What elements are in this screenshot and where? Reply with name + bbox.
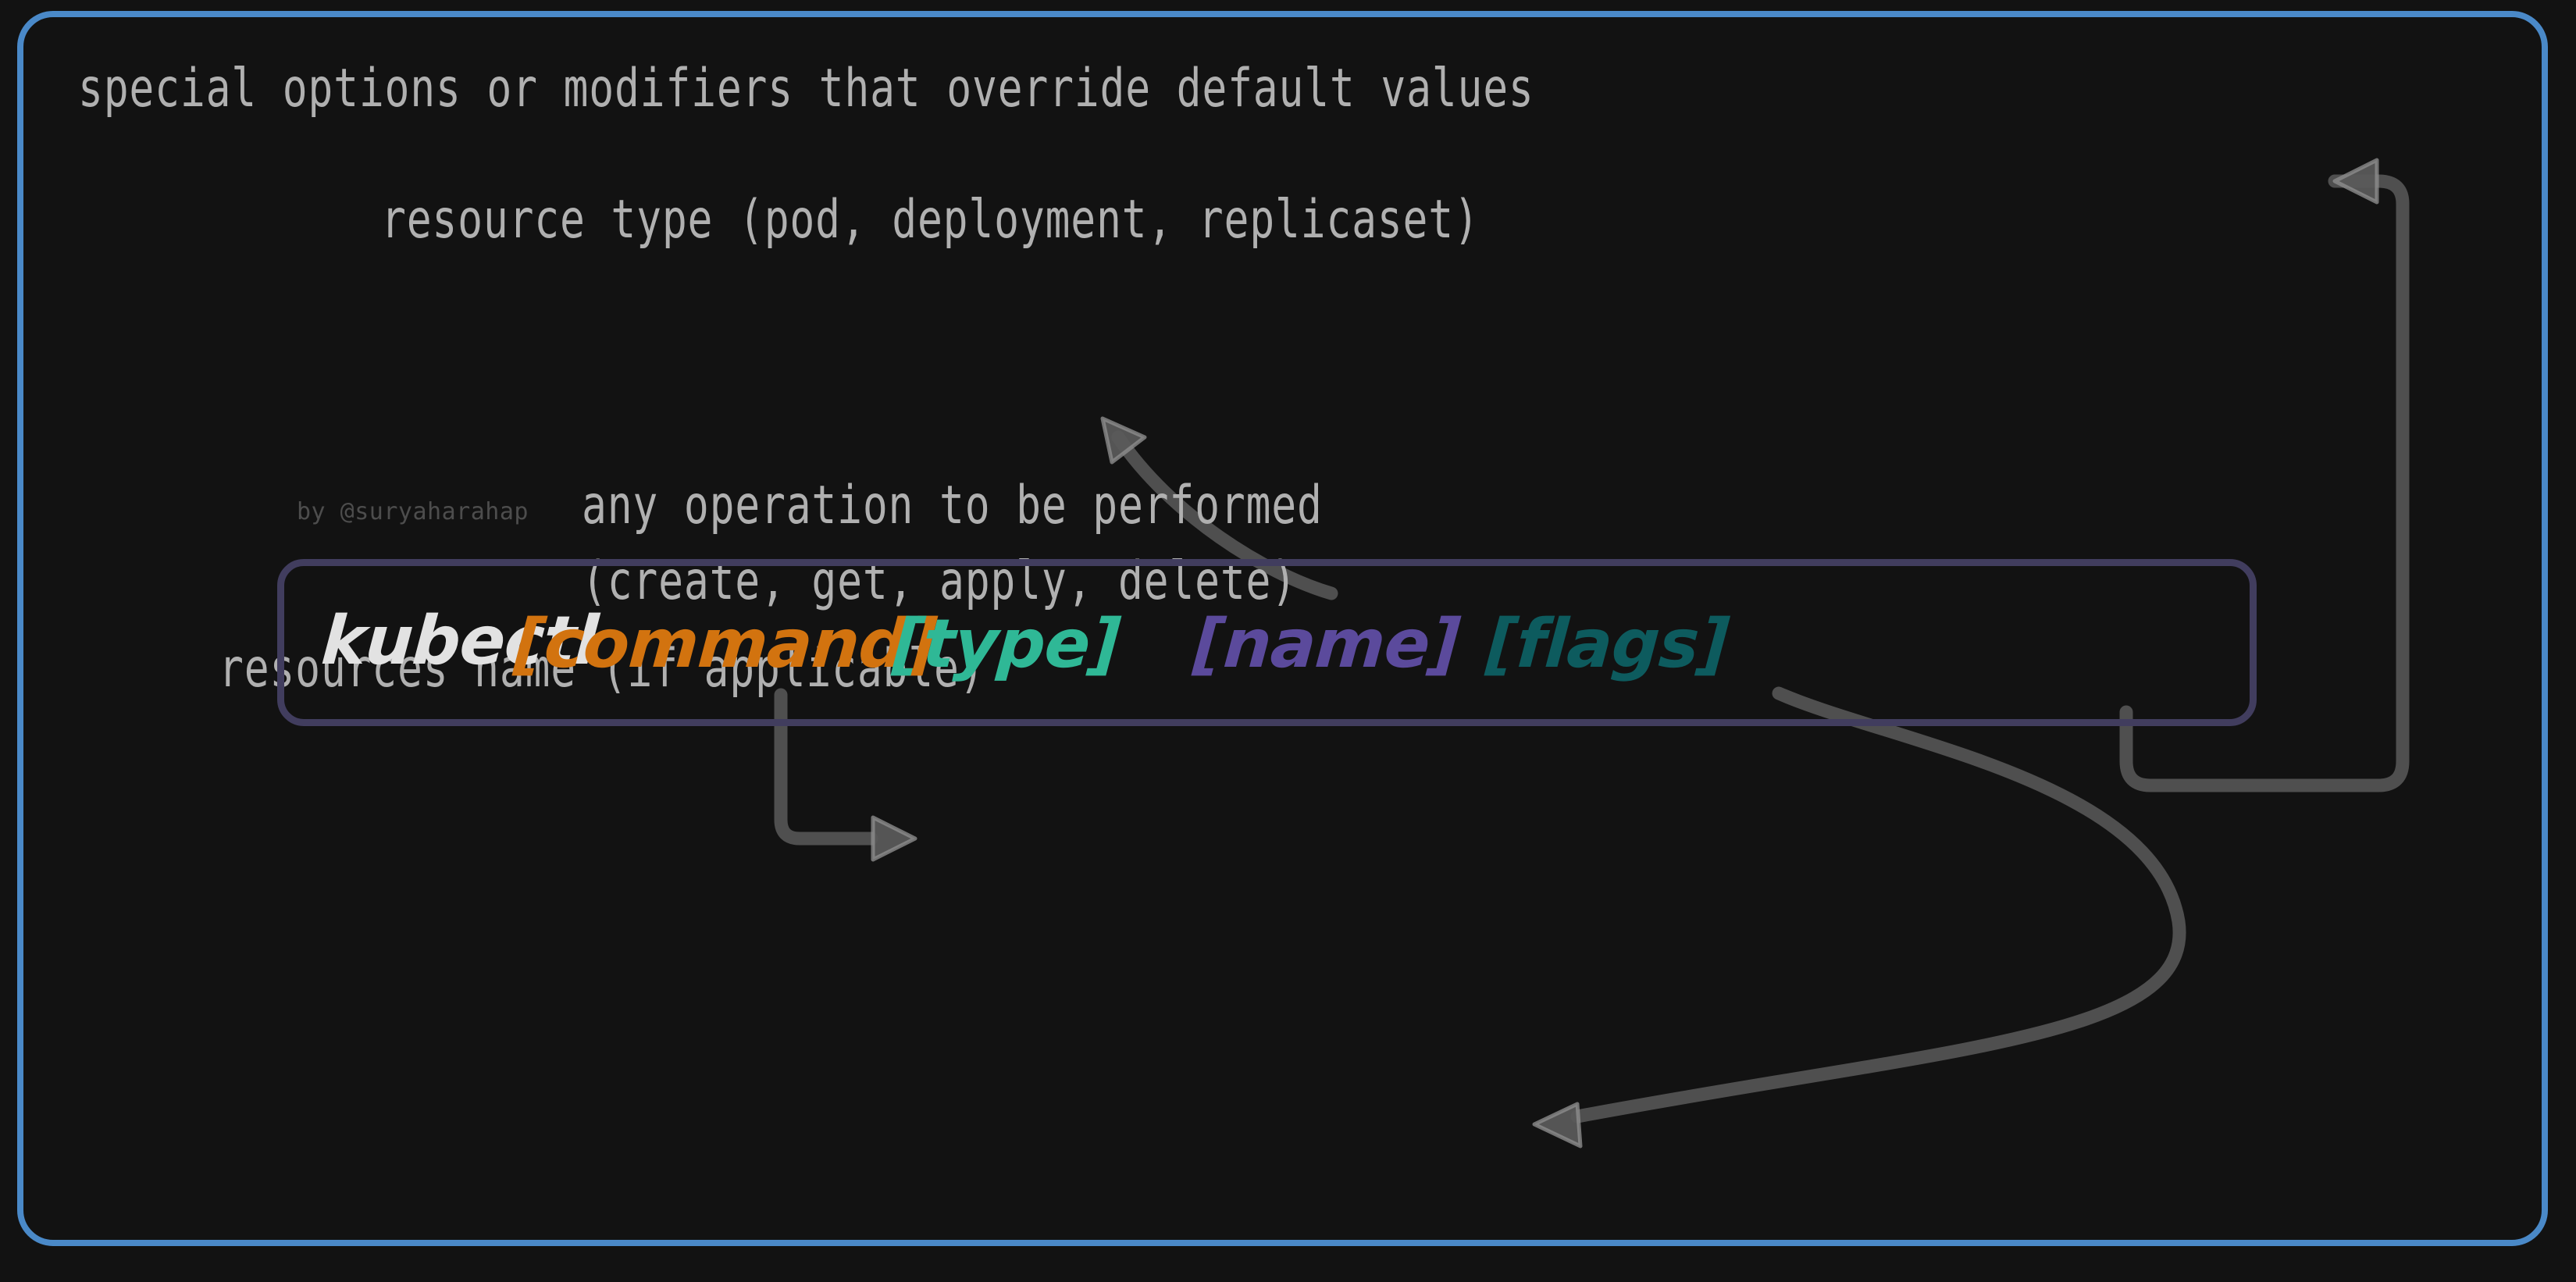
diagram-canvas: special options or modifiers that overri… <box>0 0 2576 1282</box>
annotation-flags: special options or modifiers that overri… <box>78 58 1534 119</box>
token-command: [command] <box>511 605 939 683</box>
annotation-type: resource type (pod, deployment, replicas… <box>381 189 1480 251</box>
kubectl-command-box: kubectl [command] [type] [name] [flags] <box>277 559 2257 726</box>
token-type: [type] <box>890 605 1123 683</box>
arrow-name <box>1532 686 2186 1148</box>
token-name: [name] <box>1191 605 1463 683</box>
token-flags: [flags] <box>1484 605 1731 683</box>
author-watermark: by @suryaharahap <box>297 498 529 525</box>
